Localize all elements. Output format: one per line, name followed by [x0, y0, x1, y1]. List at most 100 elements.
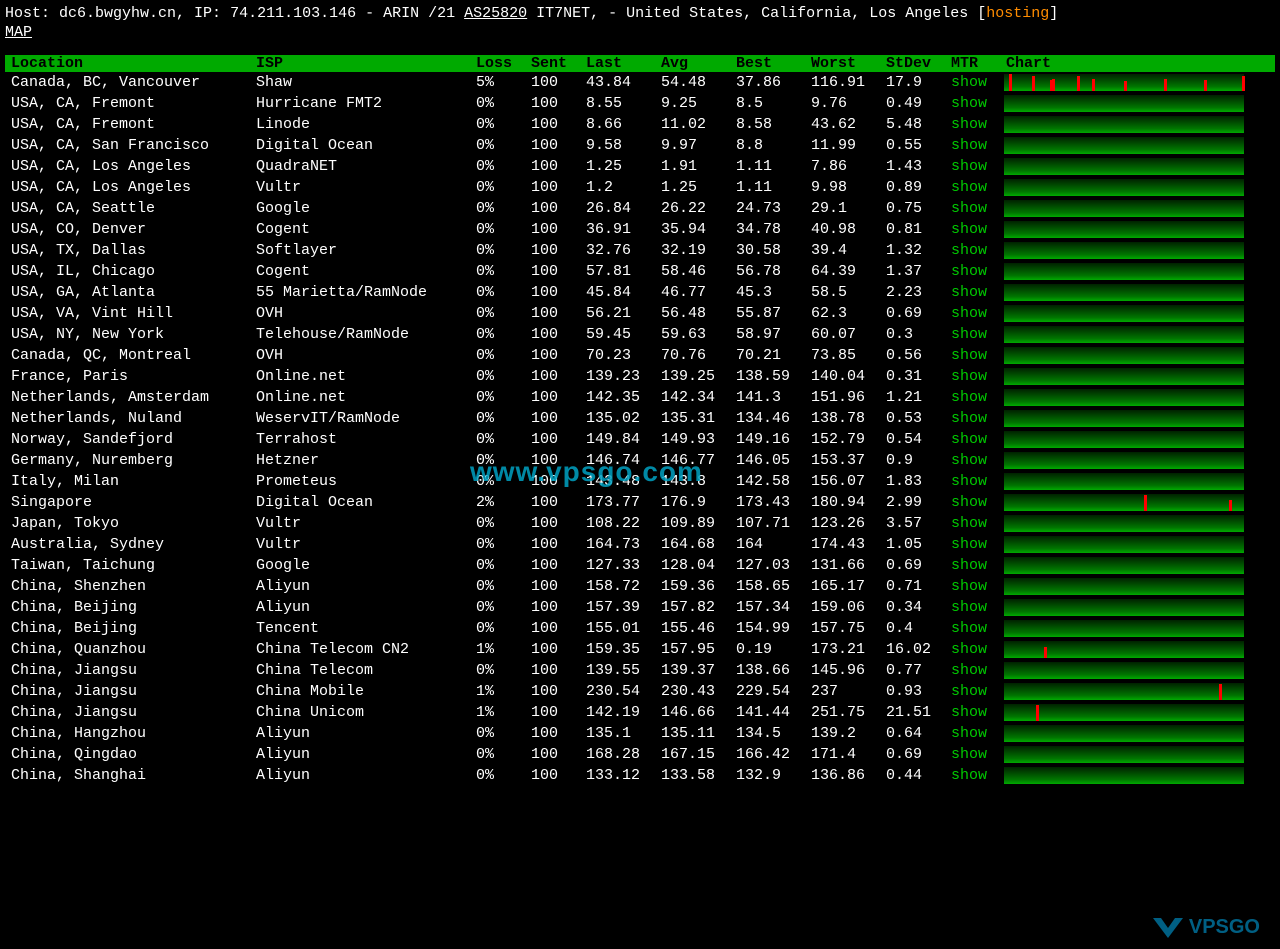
table-row: USA, CA, SeattleGoogle0%10026.8426.2224.…: [5, 198, 1275, 219]
cell-last: 139.55: [580, 660, 655, 681]
cell-best: 149.16: [730, 429, 805, 450]
mtr-show-link[interactable]: show: [951, 347, 987, 364]
latency-chart: [1004, 536, 1244, 553]
mtr-show-link[interactable]: show: [951, 641, 987, 658]
mtr-show-link[interactable]: show: [951, 536, 987, 553]
col-sent: Sent: [525, 55, 580, 72]
table-row: USA, TX, DallasSoftlayer0%10032.7632.193…: [5, 240, 1275, 261]
col-isp: ISP: [250, 55, 470, 72]
cell-isp: Telehouse/RamNode: [250, 324, 470, 345]
cell-best: 8.58: [730, 114, 805, 135]
table-row: USA, NY, New YorkTelehouse/RamNode0%1005…: [5, 324, 1275, 345]
mtr-show-link[interactable]: show: [951, 305, 987, 322]
table-row: USA, IL, ChicagoCogent0%10057.8158.4656.…: [5, 261, 1275, 282]
cell-stdev: 0.53: [880, 408, 945, 429]
mtr-show-link[interactable]: show: [951, 494, 987, 511]
latency-chart: [1004, 683, 1244, 700]
mtr-show-link[interactable]: show: [951, 431, 987, 448]
cell-isp: Terrahost: [250, 429, 470, 450]
mtr-show-link[interactable]: show: [951, 242, 987, 259]
cell-avg: 176.9: [655, 492, 730, 513]
latency-chart: [1004, 620, 1244, 637]
cell-location: Netherlands, Amsterdam: [5, 387, 250, 408]
cell-isp: Google: [250, 555, 470, 576]
cell-stdev: 0.69: [880, 303, 945, 324]
host-info-line: Host: dc6.bwgyhw.cn, IP: 74.211.103.146 …: [5, 5, 1275, 22]
mtr-show-link[interactable]: show: [951, 263, 987, 280]
cell-avg: 56.48: [655, 303, 730, 324]
cell-sent: 100: [525, 135, 580, 156]
cell-worst: 116.91: [805, 72, 880, 93]
mtr-show-link[interactable]: show: [951, 725, 987, 742]
cell-location: Norway, Sandefjord: [5, 429, 250, 450]
chart-cell: [1000, 345, 1275, 366]
latency-chart: [1004, 746, 1244, 763]
table-row: SingaporeDigital Ocean2%100173.77176.917…: [5, 492, 1275, 513]
chart-cell: [1000, 114, 1275, 135]
mtr-show-link[interactable]: show: [951, 767, 987, 784]
cell-stdev: 0.34: [880, 597, 945, 618]
cell-location: USA, CA, San Francisco: [5, 135, 250, 156]
mtr-show-link[interactable]: show: [951, 473, 987, 490]
table-row: Canada, QC, MontrealOVH0%10070.2370.7670…: [5, 345, 1275, 366]
mtr-show-link[interactable]: show: [951, 515, 987, 532]
watermark-logo: VPSGO: [1153, 916, 1260, 939]
cell-worst: 156.07: [805, 471, 880, 492]
cell-isp: Vultr: [250, 513, 470, 534]
cell-worst: 7.86: [805, 156, 880, 177]
mtr-show-link[interactable]: show: [951, 221, 987, 238]
cell-worst: 152.79: [805, 429, 880, 450]
mtr-show-link[interactable]: show: [951, 95, 987, 112]
mtr-show-link[interactable]: show: [951, 746, 987, 763]
cell-worst: 145.96: [805, 660, 880, 681]
mtr-show-link[interactable]: show: [951, 452, 987, 469]
map-link[interactable]: MAP: [5, 24, 1275, 41]
cell-worst: 138.78: [805, 408, 880, 429]
table-row: Australia, SydneyVultr0%100164.73164.681…: [5, 534, 1275, 555]
cell-worst: 58.5: [805, 282, 880, 303]
mtr-show-link[interactable]: show: [951, 683, 987, 700]
cell-best: 127.03: [730, 555, 805, 576]
cell-avg: 133.58: [655, 765, 730, 786]
cell-last: 43.84: [580, 72, 655, 93]
ping-results-table: Location ISP Loss Sent Last Avg Best Wor…: [5, 55, 1275, 786]
latency-chart: [1004, 200, 1244, 217]
cell-location: USA, CA, Los Angeles: [5, 156, 250, 177]
latency-chart: [1004, 452, 1244, 469]
mtr-show-link[interactable]: show: [951, 599, 987, 616]
mtr-show-link[interactable]: show: [951, 284, 987, 301]
latency-chart: [1004, 368, 1244, 385]
cell-worst: 43.62: [805, 114, 880, 135]
mtr-show-link[interactable]: show: [951, 158, 987, 175]
cell-loss: 0%: [470, 219, 525, 240]
cell-loss: 0%: [470, 765, 525, 786]
cell-location: Singapore: [5, 492, 250, 513]
mtr-show-link[interactable]: show: [951, 179, 987, 196]
asn-link[interactable]: AS25820: [464, 5, 527, 22]
cell-avg: 135.11: [655, 723, 730, 744]
mtr-show-link[interactable]: show: [951, 662, 987, 679]
chart-cell: [1000, 324, 1275, 345]
mtr-show-link[interactable]: show: [951, 326, 987, 343]
col-worst: Worst: [805, 55, 880, 72]
mtr-show-link[interactable]: show: [951, 704, 987, 721]
mtr-show-link[interactable]: show: [951, 74, 987, 91]
cell-location: China, Jiangsu: [5, 681, 250, 702]
cell-best: 142.58: [730, 471, 805, 492]
mtr-show-link[interactable]: show: [951, 557, 987, 574]
mtr-show-link[interactable]: show: [951, 137, 987, 154]
mtr-show-link[interactable]: show: [951, 116, 987, 133]
latency-chart: [1004, 284, 1244, 301]
cell-loss: 5%: [470, 72, 525, 93]
cell-stdev: 0.3: [880, 324, 945, 345]
mtr-show-link[interactable]: show: [951, 200, 987, 217]
mtr-show-link[interactable]: show: [951, 620, 987, 637]
mtr-show-link[interactable]: show: [951, 410, 987, 427]
mtr-show-link[interactable]: show: [951, 389, 987, 406]
cell-best: 1.11: [730, 177, 805, 198]
chart-cell: [1000, 240, 1275, 261]
mtr-show-link[interactable]: show: [951, 368, 987, 385]
cell-loss: 0%: [470, 261, 525, 282]
mtr-show-link[interactable]: show: [951, 578, 987, 595]
chart-cell: [1000, 639, 1275, 660]
